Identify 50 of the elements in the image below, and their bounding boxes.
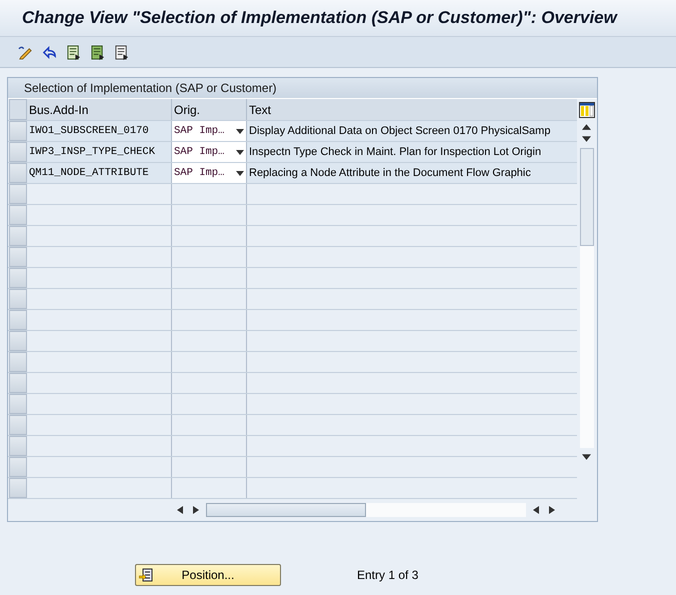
column-settings-icon[interactable] bbox=[578, 102, 594, 118]
position-icon bbox=[139, 568, 153, 582]
undo-icon[interactable] bbox=[42, 44, 57, 60]
table-cell: QM11_NODE_ATTRIBUTE bbox=[27, 163, 172, 183]
table-cell: Inspectn Type Check in Maint. Plan for Inspection Lot Origin bbox=[247, 142, 577, 162]
row-selector[interactable] bbox=[9, 478, 27, 498]
caret-icon bbox=[236, 128, 244, 134]
column-header[interactable]: Orig. bbox=[172, 99, 247, 120]
row-selector[interactable] bbox=[9, 268, 27, 288]
row-selector[interactable] bbox=[9, 352, 27, 372]
table-cell: Display Additional Data on Object Screen 0170 PhysicalSamp bbox=[247, 121, 577, 141]
scroll-down-icon[interactable] bbox=[582, 454, 591, 460]
dropdown[interactable]: SAP Imp… bbox=[172, 163, 247, 183]
table-cell: Replacing a Node Attribute in the Document Flow Graphic bbox=[247, 163, 577, 183]
scroll-thumb[interactable] bbox=[206, 503, 366, 517]
row-selector[interactable] bbox=[9, 394, 27, 414]
scroll-thumb[interactable] bbox=[580, 148, 594, 246]
row-selector[interactable] bbox=[9, 205, 27, 225]
row-selector[interactable] bbox=[9, 163, 27, 183]
row-selector[interactable] bbox=[9, 436, 27, 456]
dropdown[interactable]: SAP Imp… bbox=[172, 121, 247, 141]
document-icon[interactable] bbox=[114, 44, 129, 60]
caret-icon bbox=[236, 150, 244, 154]
document-icon[interactable] bbox=[66, 44, 81, 60]
row-selector[interactable] bbox=[9, 289, 27, 309]
row-selector[interactable] bbox=[9, 226, 27, 246]
row-selector[interactable] bbox=[9, 310, 27, 330]
scroll-up-icon[interactable] bbox=[582, 124, 591, 130]
pencil-icon[interactable] bbox=[18, 44, 33, 60]
caret-icon bbox=[236, 170, 244, 176]
row-selector[interactable] bbox=[9, 415, 27, 435]
table-cell: IWO1_SUBSCREEN_0170 bbox=[27, 121, 172, 141]
row-selector[interactable] bbox=[9, 121, 27, 141]
table-cell: IWP3_INSP_TYPE_CHECK bbox=[27, 142, 172, 162]
document-icon[interactable] bbox=[90, 44, 105, 60]
row-selector[interactable] bbox=[9, 331, 27, 351]
select-all-cell[interactable] bbox=[9, 99, 27, 120]
table-title: Selection of Implementation (SAP or Customer) bbox=[24, 81, 277, 95]
dropdown[interactable]: SAP Imp… bbox=[172, 142, 247, 162]
row-selector[interactable] bbox=[9, 373, 27, 393]
position-button[interactable]: Position... bbox=[135, 564, 281, 586]
window-title: Change View "Selection of Implementation (SAP or Customer)": Overview bbox=[22, 8, 617, 28]
column-header[interactable]: Bus.Add-In bbox=[27, 99, 172, 120]
row-selector[interactable] bbox=[9, 184, 27, 204]
entry-count: Entry 1 of 3 bbox=[357, 568, 418, 582]
column-header[interactable]: Text bbox=[247, 99, 577, 120]
row-selector[interactable] bbox=[9, 142, 27, 162]
scroll-down-icon[interactable] bbox=[582, 136, 591, 142]
row-selector[interactable] bbox=[9, 457, 27, 477]
row-selector[interactable] bbox=[9, 247, 27, 267]
